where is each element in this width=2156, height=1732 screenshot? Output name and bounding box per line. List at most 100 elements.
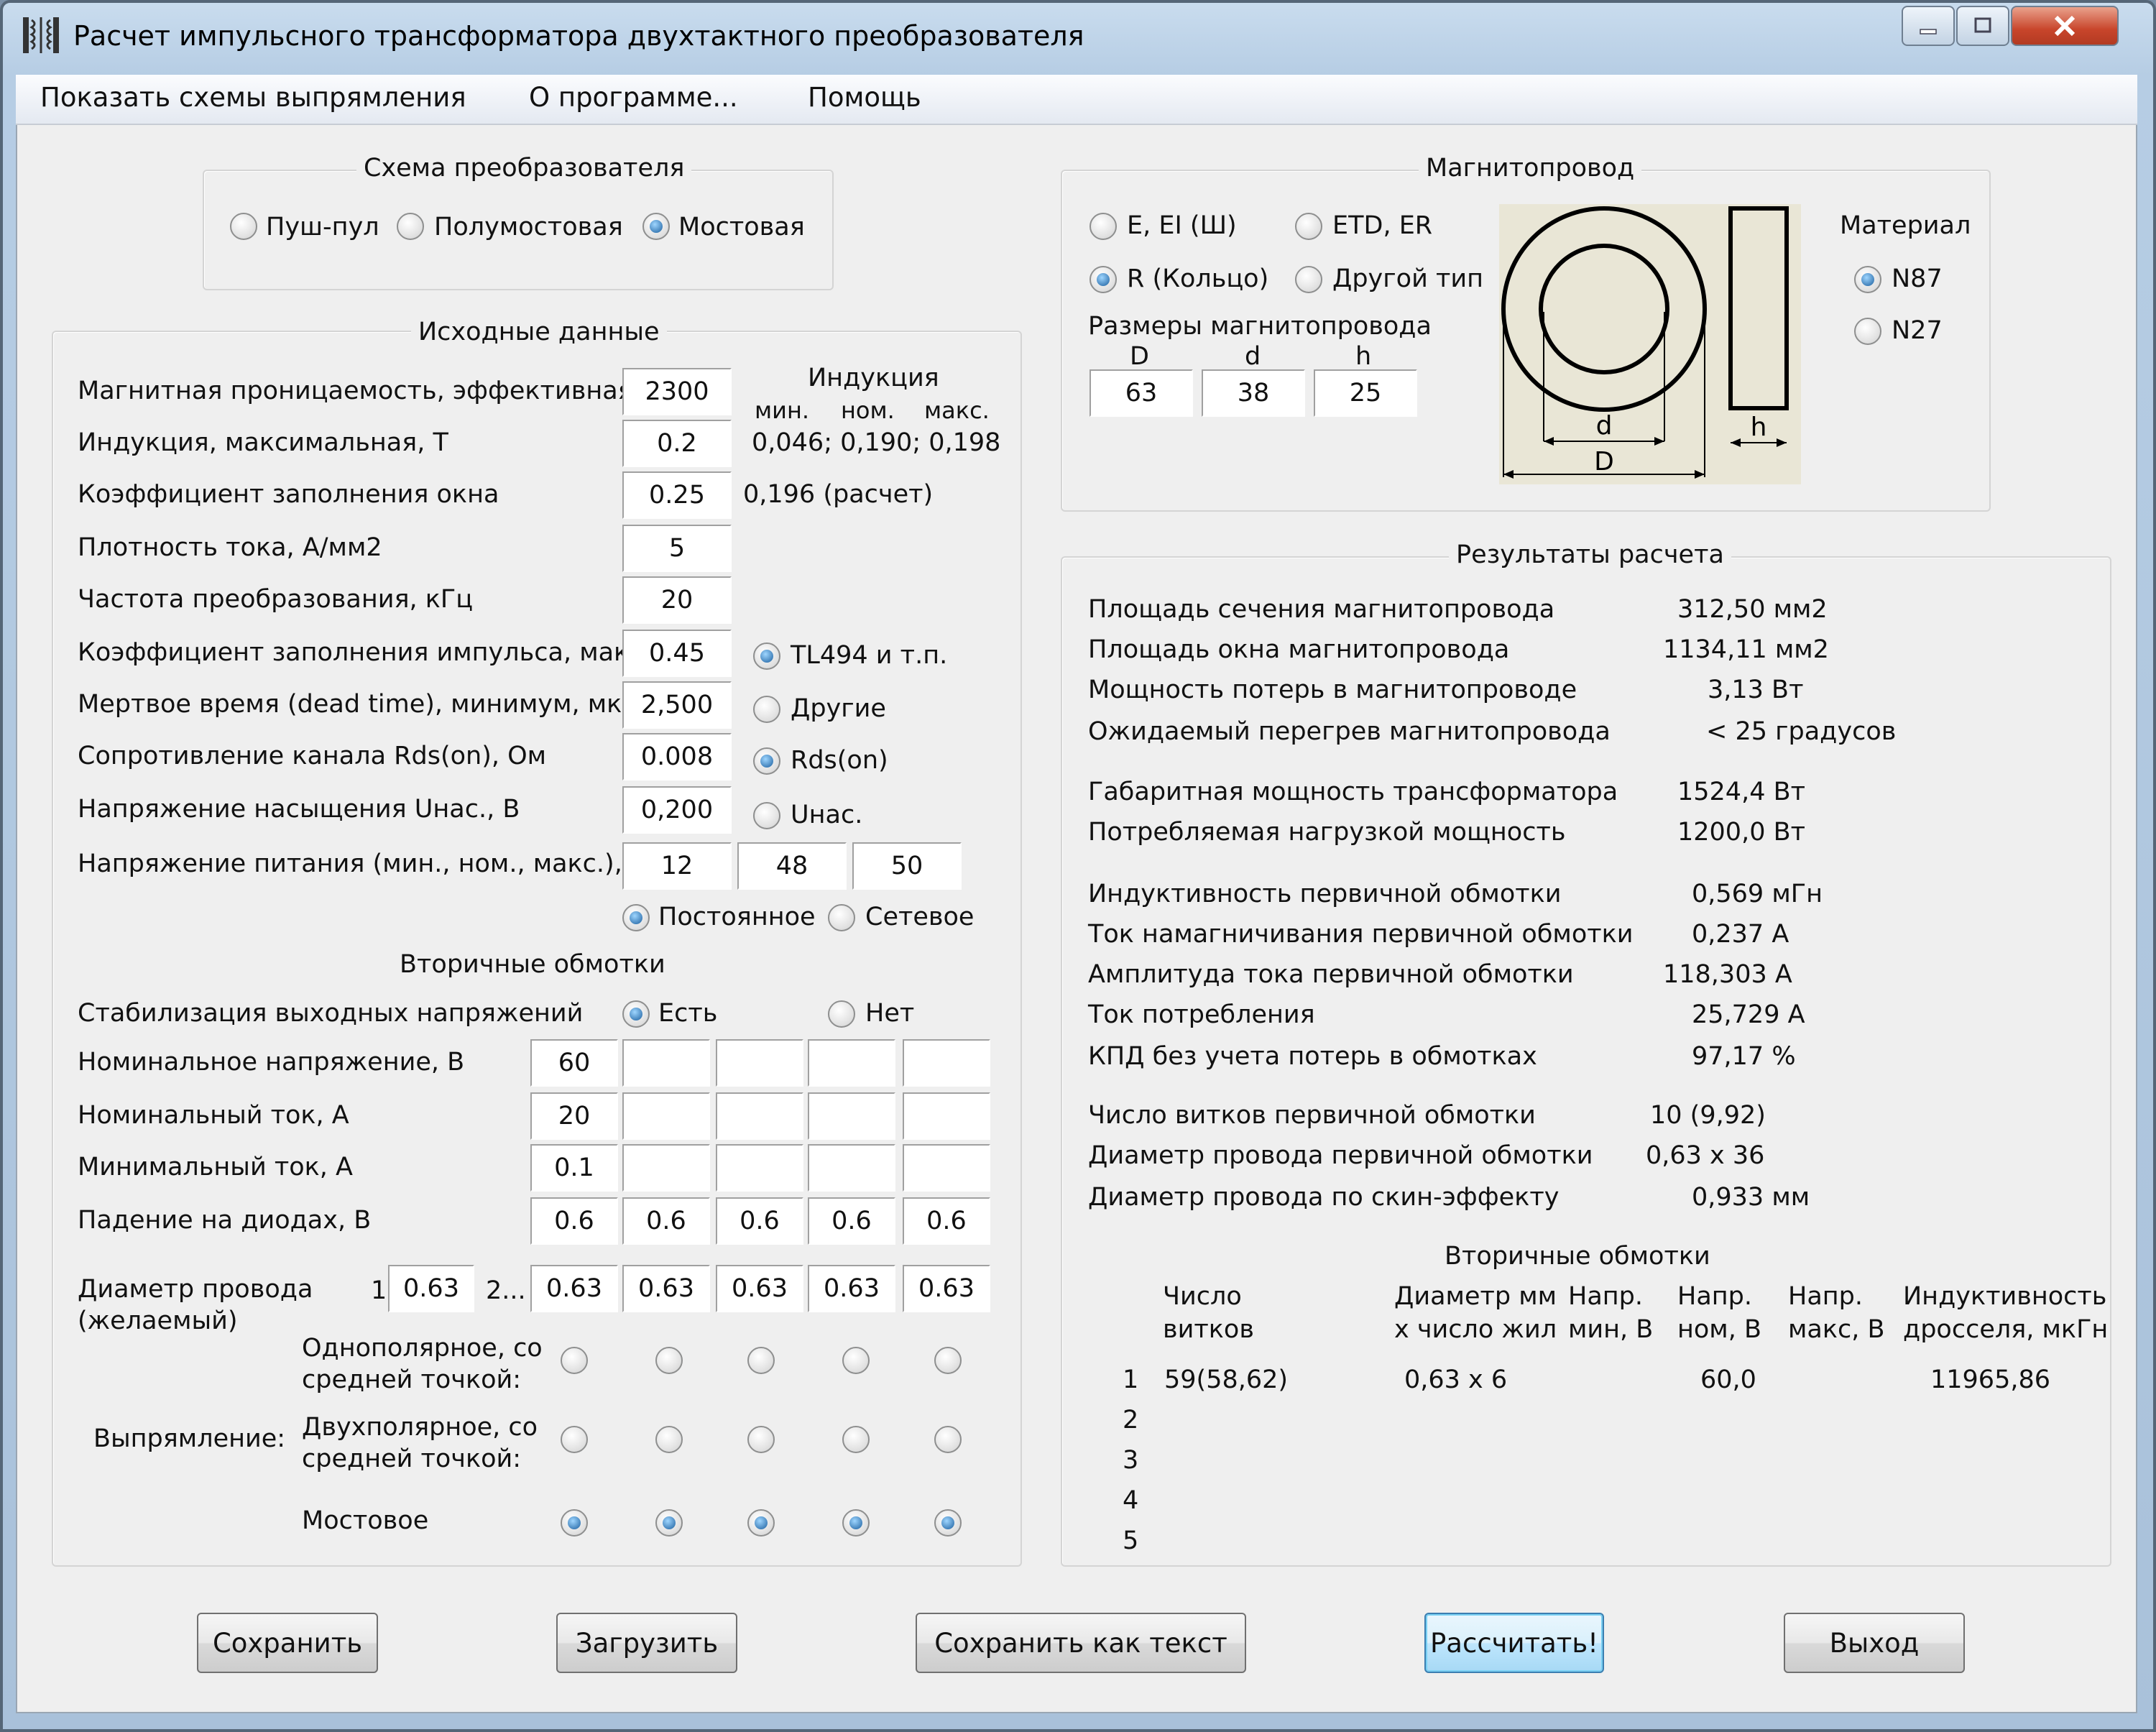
wire-diameter-input[interactable]: 0.63 xyxy=(808,1265,895,1312)
rectification-radio[interactable] xyxy=(655,1347,683,1374)
radio-rds-on[interactable] xyxy=(753,747,780,775)
rectification-radio[interactable] xyxy=(842,1509,870,1537)
input-field-value[interactable]: 0,200 xyxy=(622,786,732,834)
input-field-value[interactable]: 0.45 xyxy=(622,630,732,677)
secondary-value-input[interactable] xyxy=(716,1144,803,1192)
input-field-value[interactable]: 0.008 xyxy=(622,733,732,780)
rectification-radio[interactable] xyxy=(747,1347,775,1374)
rectification-radio[interactable] xyxy=(655,1426,683,1453)
secondary-value-input[interactable] xyxy=(622,1092,710,1140)
secondary-value-input[interactable]: 0.1 xyxy=(530,1144,618,1192)
rectification-radio[interactable] xyxy=(934,1509,962,1537)
close-button[interactable] xyxy=(2011,6,2119,46)
secondary-value-input[interactable]: 60 xyxy=(530,1039,618,1087)
input-data-title: Исходные данные xyxy=(411,318,667,346)
save-button[interactable]: Сохранить xyxy=(197,1613,378,1673)
wire-diameter-input[interactable]: 0.63 xyxy=(530,1265,618,1312)
result-value: 0,933 мм xyxy=(1692,1183,1810,1212)
dim-h-input[interactable]: 25 xyxy=(1314,369,1417,417)
rectification-radio[interactable] xyxy=(842,1347,870,1374)
radio-half-bridge[interactable] xyxy=(397,213,424,240)
wire-diameter-input[interactable]: 0.63 xyxy=(903,1265,990,1312)
secondary-value-input[interactable]: 0.6 xyxy=(530,1197,618,1245)
wire-diameter-input[interactable]: 0.63 xyxy=(622,1265,710,1312)
secondary-value-input[interactable] xyxy=(622,1144,710,1192)
rectification-radio[interactable] xyxy=(934,1426,962,1453)
secondary-value-input[interactable]: 0.6 xyxy=(716,1197,803,1245)
secondary-value-input[interactable] xyxy=(808,1092,895,1140)
wire-primary-input[interactable]: 0.63 xyxy=(388,1265,474,1312)
radio-core-e[interactable] xyxy=(1089,213,1117,240)
radio-mains-supply[interactable] xyxy=(828,904,855,931)
input-field-value[interactable]: 2300 xyxy=(622,368,732,415)
label-other-controller: Другие xyxy=(791,694,886,723)
wire-prefix-1: 1 xyxy=(371,1276,387,1305)
radio-other-controller[interactable] xyxy=(753,696,780,723)
minimize-button[interactable] xyxy=(1902,6,1955,46)
radio-stab-yes[interactable] xyxy=(622,1000,650,1028)
radio-u-sat[interactable] xyxy=(753,802,780,829)
rectification-radio[interactable] xyxy=(561,1509,588,1537)
input-field-value[interactable]: 0.2 xyxy=(622,420,732,467)
rectification-radio[interactable] xyxy=(934,1347,962,1374)
input-field-value[interactable]: 0.25 xyxy=(622,471,732,519)
secondary-value-input[interactable] xyxy=(716,1092,803,1140)
maximize-button[interactable] xyxy=(1956,6,2009,46)
close-icon xyxy=(2054,15,2076,37)
radio-full-bridge[interactable] xyxy=(642,213,670,240)
load-button[interactable]: Загрузить xyxy=(556,1613,737,1673)
dim-D-input[interactable]: 63 xyxy=(1089,369,1193,417)
supply-nom-input[interactable]: 48 xyxy=(737,842,847,890)
menu-help[interactable]: Помощь xyxy=(808,82,921,113)
secondary-value-input[interactable]: 0.6 xyxy=(622,1197,710,1245)
radio-core-other[interactable] xyxy=(1295,266,1322,293)
secondary-value-input[interactable] xyxy=(808,1039,895,1087)
secondary-value-input[interactable] xyxy=(903,1039,990,1087)
radio-material-n87[interactable] xyxy=(1854,266,1881,293)
results-secondary-title: Вторичные обмотки xyxy=(1445,1242,1710,1271)
dim-d-input[interactable]: 38 xyxy=(1202,369,1305,417)
radio-core-ring[interactable] xyxy=(1089,266,1117,293)
input-field-value[interactable]: 2,500 xyxy=(622,681,732,729)
wire-diameter-input[interactable]: 0.63 xyxy=(716,1265,803,1312)
menu-about[interactable]: О программе... xyxy=(529,82,738,113)
radio-core-etd[interactable] xyxy=(1295,213,1322,240)
secondary-value-input[interactable]: 0.6 xyxy=(903,1197,990,1245)
label-push-pull: Пуш-пул xyxy=(266,213,379,241)
supply-min-input[interactable]: 12 xyxy=(622,842,732,890)
radio-tl494[interactable] xyxy=(753,642,780,670)
radio-material-n27[interactable] xyxy=(1854,318,1881,345)
result-value: 0,63 x 36 xyxy=(1646,1141,1765,1170)
rectification-radio[interactable] xyxy=(561,1426,588,1453)
supply-max-input[interactable]: 50 xyxy=(852,842,962,890)
result-label: Габаритная мощность трансформатора xyxy=(1088,778,1618,806)
secondary-value-input[interactable] xyxy=(622,1039,710,1087)
rectification-radio[interactable] xyxy=(747,1426,775,1453)
secondary-value-input[interactable] xyxy=(903,1144,990,1192)
input-field-value[interactable]: 20 xyxy=(622,576,732,624)
menu-show-rectifiers[interactable]: Показать схемы выпрямления xyxy=(40,82,466,113)
core-title: Магнитопровод xyxy=(1419,154,1642,183)
results-table-header: Напр. xyxy=(1677,1282,1752,1311)
radio-dc-supply[interactable] xyxy=(622,904,650,931)
calculate-button[interactable]: Рассчитать! xyxy=(1424,1613,1604,1673)
rectification-radio[interactable] xyxy=(842,1426,870,1453)
input-field-value[interactable]: 5 xyxy=(622,525,732,572)
exit-button[interactable]: Выход xyxy=(1784,1613,1965,1673)
rectification-radio[interactable] xyxy=(655,1509,683,1537)
secondary-value-input[interactable]: 20 xyxy=(530,1092,618,1140)
wire-diameter-sublabel: (желаемый) xyxy=(78,1307,238,1335)
rectification-radio[interactable] xyxy=(747,1509,775,1537)
rectification-option-label: Однополярное, со xyxy=(302,1334,543,1363)
secondary-value-input[interactable]: 0.6 xyxy=(808,1197,895,1245)
radio-stab-no[interactable] xyxy=(828,1000,855,1028)
dim-D-label: D xyxy=(1130,342,1149,371)
rectification-radio[interactable] xyxy=(561,1347,588,1374)
secondary-value-input[interactable] xyxy=(808,1144,895,1192)
secondary-value-input[interactable] xyxy=(716,1039,803,1087)
save-as-text-button[interactable]: Сохранить как текст xyxy=(916,1613,1246,1673)
result-label: Диаметр провода первичной обмотки xyxy=(1088,1141,1593,1170)
title-bar[interactable]: Расчет импульсного трансформатора двухта… xyxy=(0,0,2156,72)
radio-push-pull[interactable] xyxy=(230,213,257,240)
secondary-value-input[interactable] xyxy=(903,1092,990,1140)
